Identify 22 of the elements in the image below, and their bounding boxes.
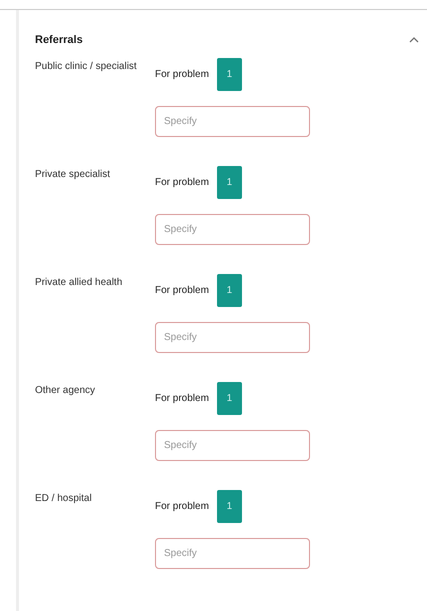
problem-label: For problem bbox=[155, 285, 209, 296]
collapse-chevron-icon[interactable] bbox=[409, 37, 419, 43]
problem-label: For problem bbox=[155, 501, 209, 512]
problem-toggle[interactable]: 1 bbox=[216, 274, 242, 307]
problem-label: For problem bbox=[155, 69, 209, 80]
specify-field[interactable]: Specify bbox=[155, 106, 310, 137]
section-title: Referrals bbox=[35, 34, 83, 46]
problem-label: For problem bbox=[155, 393, 209, 404]
referral-label: Public clinic / specialist bbox=[35, 60, 138, 74]
problem-toggle[interactable]: 1 bbox=[216, 490, 242, 523]
problem-toggle[interactable]: 1 bbox=[216, 382, 242, 415]
problem-label: For problem bbox=[155, 177, 209, 188]
specify-field[interactable]: Specify bbox=[155, 214, 310, 245]
specify-field[interactable]: Specify bbox=[155, 322, 310, 353]
problem-toggle[interactable]: 1 bbox=[216, 166, 242, 199]
referral-label: Private specialist bbox=[35, 168, 112, 182]
specify-field[interactable]: Specify bbox=[155, 538, 310, 569]
referral-label: Other agency bbox=[35, 384, 96, 398]
referral-label: ED / hospital bbox=[35, 492, 93, 506]
problem-toggle[interactable]: 1 bbox=[216, 58, 242, 91]
specify-field[interactable]: Specify bbox=[155, 430, 310, 461]
referral-label: Private allied health bbox=[35, 276, 124, 290]
